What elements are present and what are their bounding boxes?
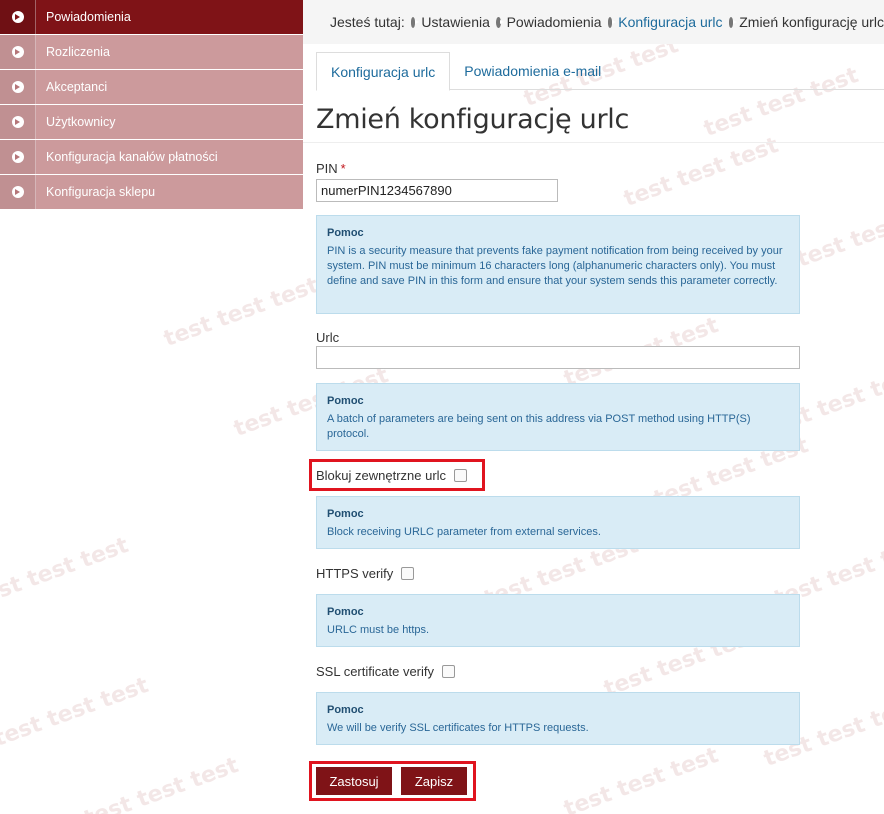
sidebar: Powiadomienia Rozliczenia Akceptanci Uży… — [0, 0, 303, 210]
help-title: Pomoc — [327, 227, 364, 239]
circle-arrow-right-icon — [0, 175, 36, 209]
breadcrumb-item-ustawienia[interactable]: Ustawienia — [421, 14, 489, 30]
circle-chevron-icon — [410, 16, 419, 28]
sidebar-item-konfiguracja-kanalow[interactable]: Konfiguracja kanałów płatności — [0, 140, 303, 174]
sidebar-item-label: Rozliczenia — [46, 45, 110, 59]
help-text: Block receiving URLC parameter from exte… — [327, 526, 601, 538]
block-external-label: Blokuj zewnętrzne urlc — [316, 468, 447, 483]
circle-arrow-right-icon — [0, 105, 36, 139]
breadcrumb: Jesteś tutaj: Ustawienia Powiadomienia K… — [303, 0, 884, 44]
urlc-input[interactable] — [316, 346, 800, 369]
tab-powiadomienia-email[interactable]: Powiadomienia e-mail — [450, 52, 615, 90]
breadcrumb-item-konfiguracja-urlc[interactable]: Konfiguracja urlc — [618, 14, 722, 30]
ssl-help-box: Pomoc We will be verify SSL certificates… — [316, 692, 800, 745]
sidebar-item-akceptanci[interactable]: Akceptanci — [0, 70, 303, 104]
urlc-help-box: Pomoc A batch of parameters are being se… — [316, 383, 800, 451]
circle-arrow-right-icon — [0, 35, 36, 69]
sidebar-item-label: Konfiguracja kanałów płatności — [46, 150, 218, 164]
tab-bar: Konfiguracja urlc Powiadomienia e-mail — [316, 52, 884, 91]
watermark-text: test test test — [160, 272, 322, 353]
tab-konfiguracja-urlc[interactable]: Konfiguracja urlc — [316, 52, 451, 91]
help-text: A batch of parameters are being sent on … — [327, 413, 751, 440]
sidebar-item-label: Akceptanci — [46, 80, 108, 94]
sidebar-item-konfiguracja-sklepu[interactable]: Konfiguracja sklepu — [0, 175, 303, 209]
help-title: Pomoc — [327, 395, 364, 407]
ssl-verify-checkbox[interactable] — [442, 665, 456, 678]
breadcrumb-prefix: Jesteś tutaj: — [330, 14, 405, 30]
main-content: Jesteś tutaj: Ustawienia Powiadomienia K… — [303, 0, 884, 814]
breadcrumb-item-powiadomienia[interactable]: Powiadomienia — [507, 14, 602, 30]
help-title: Pomoc — [327, 606, 364, 618]
page-title: Zmień konfigurację urlc — [316, 104, 630, 135]
help-title: Pomoc — [327, 508, 364, 520]
circle-arrow-right-icon — [0, 0, 36, 34]
required-mark: * — [340, 161, 346, 176]
circle-arrow-right-icon — [0, 140, 36, 174]
sidebar-item-label: Konfiguracja sklepu — [46, 185, 156, 199]
pin-help-box: Pomoc PIN is a security measure that pre… — [316, 215, 800, 314]
urlc-label: Urlc — [316, 330, 340, 345]
sidebar-item-label: Użytkownicy — [46, 115, 116, 129]
title-divider — [303, 142, 884, 143]
watermark-text: test test test — [0, 672, 152, 753]
circle-chevron-icon — [728, 16, 737, 28]
watermark-text: test test test — [80, 752, 242, 814]
breadcrumb-item-current: Zmień konfigurację urlc — [739, 14, 884, 30]
watermark-text: test test test — [0, 532, 132, 613]
sidebar-item-label: Powiadomienia — [46, 10, 131, 24]
https-verify-row: HTTPS verify — [316, 566, 415, 581]
block-external-checkbox[interactable] — [454, 469, 468, 482]
sidebar-item-uzytkownicy[interactable]: Użytkownicy — [0, 105, 303, 139]
pin-input[interactable] — [316, 179, 558, 202]
sidebar-item-powiadomienia[interactable]: Powiadomienia — [0, 0, 303, 34]
https-verify-label: HTTPS verify — [316, 566, 394, 581]
help-text: PIN is a security measure that prevents … — [327, 245, 783, 287]
https-verify-checkbox[interactable] — [401, 567, 415, 580]
ssl-verify-row: SSL certificate verify — [316, 664, 456, 679]
circle-arrow-right-icon — [0, 70, 36, 104]
circle-chevron-icon — [495, 16, 504, 28]
pin-label: PIN * — [316, 161, 346, 176]
ssl-verify-label: SSL certificate verify — [316, 664, 435, 679]
pin-label-text: PIN — [316, 161, 338, 176]
help-text: We will be verify SSL certificates for H… — [327, 722, 589, 734]
help-text: URLC must be https. — [327, 624, 430, 636]
apply-button[interactable]: Zastosuj — [316, 767, 392, 795]
circle-chevron-icon — [607, 16, 616, 28]
https-help-box: Pomoc URLC must be https. — [316, 594, 800, 647]
block-help-box: Pomoc Block receiving URLC parameter fro… — [316, 496, 800, 549]
save-button[interactable]: Zapisz — [401, 767, 467, 795]
help-title: Pomoc — [327, 704, 364, 716]
block-external-row: Blokuj zewnętrzne urlc — [316, 468, 468, 483]
sidebar-item-rozliczenia[interactable]: Rozliczenia — [0, 35, 303, 69]
